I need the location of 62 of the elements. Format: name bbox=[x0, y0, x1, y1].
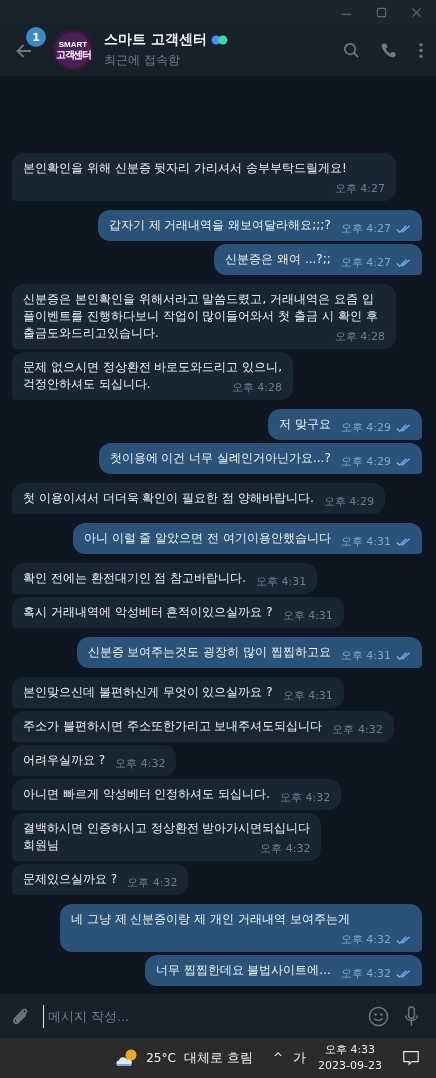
received-message: 결백하시면 인증하시고 정상환전 받아가시면되십니다 회원님 오후 4:32 bbox=[12, 813, 322, 861]
chat-title: 스마트 고객센터 bbox=[104, 31, 207, 49]
sent-message: 갑자기 제 거래내역을 왜보여달라해요;;;? 오후 4:27 bbox=[97, 210, 422, 241]
message-time: 오후 4:32 bbox=[340, 933, 391, 946]
message-time: 오후 4:32 bbox=[332, 723, 383, 736]
received-message: 주소가 불편하시면 주소또한가리고 보내주셔도되십니다 오후 4:32 bbox=[12, 711, 394, 742]
received-message: 문제있으실까요 ? 오후 4:32 bbox=[12, 864, 189, 895]
received-message: 신분증은 본인확인을 위해서라고 말씀드렸고, 거래내역은 요즘 입플이벤트를 진행하다보니 작업이 많이들어와서 첫 출금 시 확인 후 출금도와드리고있습니다. 오후 4:28 bbox=[12, 284, 396, 349]
search-icon[interactable] bbox=[342, 40, 361, 60]
message-time: 오후 4:29 bbox=[340, 455, 391, 468]
sent-message: 네 그냥 제 신분증이랑 제 개인 거래내역 보여주는게 오후 4:32 bbox=[60, 904, 422, 952]
notification-icon[interactable] bbox=[402, 1049, 420, 1067]
avatar-text: 고객센터 bbox=[56, 48, 90, 61]
avatar[interactable]: SMART 고객센터 bbox=[52, 29, 94, 71]
phone-icon[interactable] bbox=[379, 40, 398, 60]
message-time: 오후 4:32 bbox=[340, 967, 391, 980]
temperature-text[interactable]: 25°C bbox=[146, 1051, 176, 1065]
last-seen-status: 최근에 접속함 bbox=[104, 52, 181, 69]
message-input-field[interactable]: 메시지 작성... bbox=[43, 1004, 356, 1028]
weather-text[interactable]: 대체로 흐림 bbox=[183, 1049, 253, 1067]
sent-message: 신분증은 왜여 ...?;; 오후 4:27 bbox=[214, 244, 422, 275]
close-icon[interactable] bbox=[411, 6, 422, 18]
received-message: 혹시 거래내역에 악성베터 흔적이있으실까요 ? 오후 4:31 bbox=[12, 597, 344, 628]
more-icon[interactable] bbox=[418, 40, 424, 60]
sent-message: 저 맞구요 오후 4:29 bbox=[267, 409, 422, 440]
clock-date[interactable]: 2023-09-23 bbox=[318, 1058, 382, 1074]
message-time: 오후 4:31 bbox=[282, 609, 333, 622]
received-message: 아니면 빠르게 악성베터 인정하셔도 되십니다. 오후 4:32 bbox=[12, 779, 342, 810]
received-message: 확인 전에는 환전대기인 점 참고바랍니다. 오후 4:31 bbox=[12, 563, 318, 594]
received-message: 문제 없으시면 정상환전 바로도와드리고 있으니, 걱정안하셔도 되십니다. 오후 4:28 bbox=[12, 352, 294, 400]
smiley-icon[interactable] bbox=[368, 1005, 389, 1027]
clock-time[interactable]: 오후 4:33 bbox=[324, 1042, 376, 1058]
message-time: 오후 4:27 bbox=[334, 182, 385, 195]
message-time: 오후 4:29 bbox=[323, 495, 374, 508]
message-time: 오후 4:28 bbox=[231, 381, 283, 394]
received-message: 첫 이용이셔서 더더욱 확인이 필요한 점 양해바랍니다. 오후 4:29 bbox=[12, 483, 385, 514]
sent-message: 신분증 보여주는것도 굉장히 많이 찝찝하고요 오후 4:31 bbox=[76, 637, 422, 668]
message-time: 오후 4:32 bbox=[127, 876, 178, 889]
message-time: 오후 4:28 bbox=[334, 330, 385, 343]
sent-message: 너무 찝찝한데요 불법사이트에... 오후 4:32 bbox=[144, 955, 422, 986]
sent-message: 아니 이럴 줄 알았으면 전 여기이용안했습니다 오후 4:31 bbox=[72, 523, 422, 554]
received-message: 본인맞으신데 불편하신게 무엇이 있으실까요 ? 오후 4:31 bbox=[12, 677, 344, 708]
maximize-icon[interactable] bbox=[376, 6, 387, 18]
message-time: 오후 4:31 bbox=[340, 535, 391, 548]
message-time: 오후 4:32 bbox=[260, 842, 311, 855]
message-time: 오후 4:27 bbox=[340, 222, 391, 235]
received-message: 본인확인을 위해 신분증 뒷자리 가리셔서 송부부탁드릴게요! 오후 4:27 bbox=[12, 153, 396, 201]
message-time: 오후 4:31 bbox=[282, 689, 333, 702]
sent-message: 첫이용에 이건 너무 실례인거아닌가요...? 오후 4:29 bbox=[98, 443, 422, 474]
tray-caret[interactable]: ^ bbox=[273, 1051, 284, 1065]
message-time: 오후 4:32 bbox=[115, 757, 166, 770]
message-time: 오후 4:32 bbox=[280, 791, 331, 804]
input-mode-indicator[interactable]: 가 bbox=[293, 1049, 307, 1067]
unread-badge: 1 bbox=[26, 27, 46, 47]
avatar-text: SMART bbox=[58, 39, 88, 49]
received-message: 어려우실까요 ? 오후 4:32 bbox=[12, 745, 177, 776]
message-time: 오후 4:29 bbox=[340, 421, 391, 434]
two-circles-icon bbox=[210, 35, 228, 45]
message-time: 오후 4:31 bbox=[340, 649, 391, 662]
message-time: 오후 4:27 bbox=[340, 256, 391, 269]
message-composer-bar[interactable]: 메시지 작성... bbox=[0, 994, 436, 1038]
message-time: 오후 4:31 bbox=[256, 575, 307, 588]
